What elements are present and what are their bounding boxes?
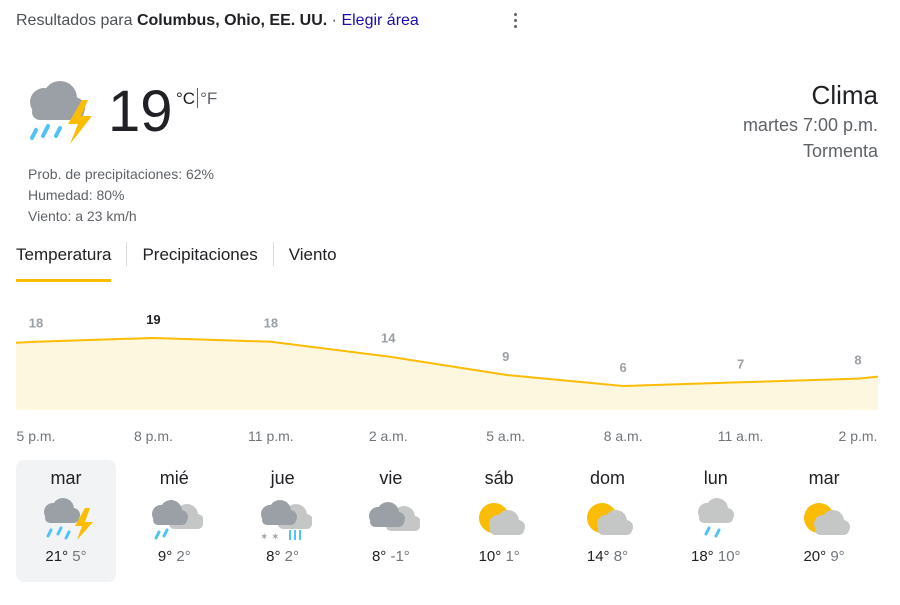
weather-summary: Clima martes 7:00 p.m. Tormenta xyxy=(743,78,878,164)
weather-title: Clima xyxy=(811,80,878,110)
weather-details: Prob. de precipitaciones: 62% Humedad: 8… xyxy=(28,164,214,227)
day-low: 1° xyxy=(505,548,520,565)
day-forecast-3[interactable]: vie 8° -1° xyxy=(341,460,441,582)
day-name: lun xyxy=(703,468,728,488)
tab-wind[interactable]: Viento xyxy=(289,240,337,278)
temperature-value-label: 19 xyxy=(146,312,160,327)
temperature-value-label: 14 xyxy=(381,330,396,345)
current-temperature: 19 xyxy=(108,79,173,144)
temperature-value-label: 9 xyxy=(502,349,509,364)
day-temps: 9° 2° xyxy=(124,548,224,565)
precipitation-probability: Prob. de precipitaciones: 62% xyxy=(28,166,214,182)
temperature-value-label: 18 xyxy=(29,316,43,331)
day-name: mar xyxy=(808,468,840,488)
day-low: -1° xyxy=(390,548,410,565)
hour-label: 5 a.m. xyxy=(486,428,526,444)
day-low: 9° xyxy=(830,548,845,565)
humidity: Humedad: 80% xyxy=(28,187,125,203)
daily-forecast: mar 21° 5° mié 9° 2° jue ✶ ✶ 8° 2° vie 8° -1… xyxy=(16,460,884,584)
day-forecast-4[interactable]: sáb 10° 1° xyxy=(449,460,549,582)
unit-fahrenheit[interactable]: °F xyxy=(200,89,217,108)
temperature-area-fill xyxy=(16,338,878,410)
partly-cloudy-icon xyxy=(804,503,851,535)
results-prefix: Resultados para xyxy=(16,12,133,29)
day-temps: 10° 1° xyxy=(449,548,549,565)
choose-area-link[interactable]: Elegir área xyxy=(341,12,418,29)
day-high: 9° xyxy=(157,548,173,565)
partly-cloudy-icon xyxy=(479,503,526,535)
day-temps: 21° 5° xyxy=(16,548,116,565)
day-high: 20° xyxy=(803,548,827,565)
day-low: 8° xyxy=(613,548,629,565)
day-forecast-6[interactable]: lun 18° 10° xyxy=(666,460,766,582)
location-name: Columbus, Ohio, EE. UU. xyxy=(136,12,328,29)
day-name: sáb xyxy=(484,468,514,488)
hour-axis: 5 p.m. 8 p.m. 11 p.m. 2 a.m. 5 a.m. 8 a.m. 11 … xyxy=(0,428,900,448)
temperature-value-label: 6 xyxy=(620,360,627,375)
weather-time: martes 7:00 p.m. xyxy=(742,115,878,135)
day-forecast-2[interactable]: jue ✶ ✶ 8° 2° xyxy=(233,460,333,582)
day-name: vie xyxy=(379,468,403,488)
day-low: 2° xyxy=(284,548,300,565)
day-high: 21° xyxy=(45,548,69,565)
hour-label: 8 a.m. xyxy=(603,428,643,444)
wind-speed: Viento: a 23 km/h xyxy=(28,208,137,224)
day-temps: 8° 2° xyxy=(233,548,333,565)
tab-temperature[interactable]: Temperatura xyxy=(16,240,112,282)
cloudy-icon xyxy=(368,502,420,531)
unit-toggle: °C °F xyxy=(176,88,217,109)
day-name: jue xyxy=(270,468,295,488)
search-location-bar: Resultados para Columbus, Ohio, EE. UU. … xyxy=(16,12,419,30)
vertical-dots-icon[interactable] xyxy=(506,10,524,34)
day-temps: 20° 9° xyxy=(774,548,874,565)
hour-label: 8 p.m. xyxy=(133,428,173,444)
day-high: 8° xyxy=(371,548,387,565)
day-temps: 8° -1° xyxy=(341,548,441,565)
day-temps: 14° 8° xyxy=(557,548,657,565)
rain-icon xyxy=(697,498,734,538)
hour-label: 5 p.m. xyxy=(16,428,56,444)
hour-label: 2 a.m. xyxy=(368,428,408,444)
thunderstorm-icon xyxy=(44,498,93,540)
day-low: 10° xyxy=(717,548,741,565)
rain-and-clouds-icon xyxy=(152,500,204,540)
temperature-value-label: 8 xyxy=(854,353,861,368)
hour-label: 11 p.m. xyxy=(248,428,294,444)
day-name: mié xyxy=(159,468,189,488)
chart-tabs: Temperatura Precipitaciones Viento xyxy=(16,240,337,282)
day-high: 8° xyxy=(266,548,281,565)
separator-dot: · xyxy=(331,12,337,29)
snow-and-rain-icon: ✶ ✶ xyxy=(260,500,312,543)
hour-label: 2 p.m. xyxy=(838,428,878,444)
day-high: 18° xyxy=(691,548,714,565)
day-forecast-5[interactable]: dom 14° 8° xyxy=(557,460,657,582)
day-name: dom xyxy=(589,468,625,488)
day-forecast-0[interactable]: mar 21° 5° xyxy=(16,460,116,582)
day-temps: 18° 10° xyxy=(666,548,766,565)
temperature-value-label: 18 xyxy=(264,316,278,331)
day-name: mar xyxy=(50,468,82,488)
day-forecast-1[interactable]: mié 9° 2° xyxy=(124,460,224,582)
weather-condition: Tormenta xyxy=(802,141,878,161)
day-high: 14° xyxy=(586,548,610,565)
unit-celsius[interactable]: °C xyxy=(176,89,195,108)
day-low: 5° xyxy=(72,548,87,565)
svg-text:✶ ✶: ✶ ✶ xyxy=(260,532,280,543)
day-high: 10° xyxy=(478,548,502,565)
day-low: 2° xyxy=(176,548,191,565)
hour-label: 11 a.m. xyxy=(717,428,764,444)
day-forecast-7[interactable]: mar 20° 9° xyxy=(774,460,874,582)
temperature-value-label: 7 xyxy=(737,356,744,371)
partly-cloudy-icon xyxy=(587,503,634,535)
thunderstorm-icon xyxy=(20,80,100,152)
tab-precipitation[interactable]: Precipitaciones xyxy=(142,240,257,278)
